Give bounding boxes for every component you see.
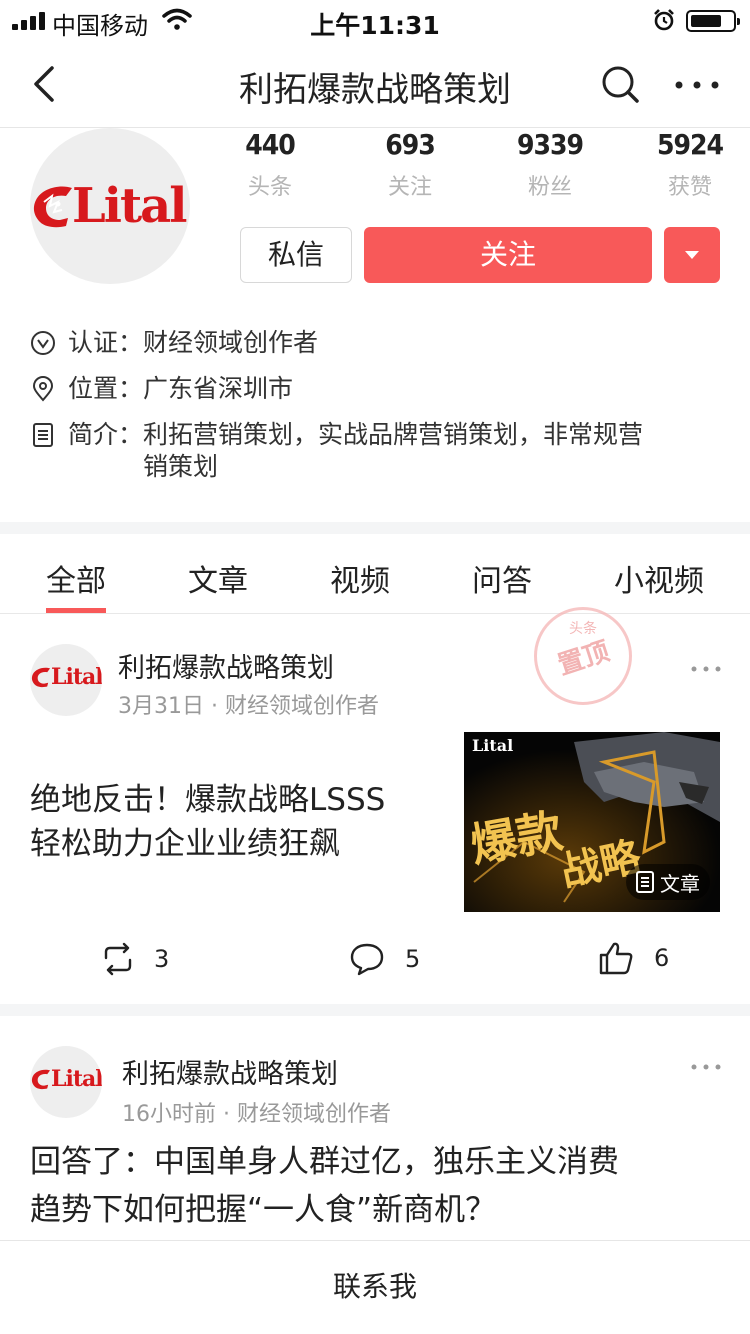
post-author-avatar[interactable]: Lital <box>30 644 102 716</box>
like-button[interactable]: 6 <box>598 940 669 976</box>
post-author-avatar[interactable]: Lital <box>30 1046 102 1118</box>
post-more-icon[interactable] <box>690 665 722 673</box>
caret-down-icon <box>685 251 699 259</box>
pinned-stamp: 头条 置顶 <box>534 607 632 705</box>
follow-button[interactable]: 关注 <box>364 227 652 283</box>
repost-icon <box>104 942 132 976</box>
follow-dropdown-button[interactable] <box>664 227 720 283</box>
thumbs-up-icon <box>599 942 633 975</box>
content-tabs: 全部 文章 视频 问答 小视频 <box>0 534 750 614</box>
battery-icon <box>686 10 740 32</box>
info-intro: 简介： 利拓营销策划，实战品牌营销策划，非常规营销策划 <box>30 419 720 483</box>
verified-icon <box>31 331 55 355</box>
lion-icon <box>31 1069 51 1090</box>
search-icon[interactable] <box>600 64 640 104</box>
tab-qa[interactable]: 问答 <box>472 556 532 600</box>
alarm-icon <box>654 9 674 31</box>
post-headline[interactable]: 回答了：中国单身人群过亿，独乐主义消费 趋势下如何把握“一人食”新商机？ <box>30 1138 720 1234</box>
status-time: 上午11:31 <box>310 11 440 40</box>
tab-short-videos[interactable]: 小视频 <box>614 556 704 600</box>
post-divider <box>0 1004 750 1016</box>
stat-likes[interactable]: 5924 获赞 <box>630 128 750 201</box>
tab-articles[interactable]: 文章 <box>188 556 248 600</box>
stat-following[interactable]: 693 关注 <box>350 128 470 201</box>
post-headline[interactable]: 绝地反击！爆款战略LSSS 轻松助力企业业绩狂飙 <box>30 778 450 866</box>
nav-bar: 利拓爆款战略策划 <box>0 40 750 128</box>
lital-logo: Lital <box>32 178 187 234</box>
lion-icon <box>33 186 72 228</box>
tab-all[interactable]: 全部 <box>46 556 106 613</box>
post-author-name[interactable]: 利拓爆款战略策划 <box>118 646 334 685</box>
post-more-icon[interactable] <box>690 1063 722 1071</box>
more-icon[interactable] <box>674 80 720 90</box>
message-button[interactable]: 私信 <box>240 227 352 283</box>
post-author-name[interactable]: 利拓爆款战略策划 <box>122 1052 338 1091</box>
section-divider <box>0 522 750 534</box>
contact-me-button[interactable]: 联系我 <box>0 1240 750 1334</box>
document-icon <box>636 871 654 893</box>
lion-icon <box>31 667 51 688</box>
location-pin-icon <box>32 376 54 402</box>
status-bar: 中国移动 上午11:31 <box>0 0 750 40</box>
stat-fans[interactable]: 9339 粉丝 <box>490 128 610 201</box>
info-location: 位置： 广东省深圳市 <box>30 373 293 405</box>
info-certification: 认证： 财经领域创作者 <box>30 327 318 359</box>
post-meta: 3月31日 · 财经领域创作者 <box>118 694 380 719</box>
post-thumbnail[interactable]: Lital 爆款 战略 文章 <box>464 732 720 912</box>
stat-headlines[interactable]: 440 头条 <box>210 128 330 201</box>
article-badge: 文章 <box>626 864 710 900</box>
profile-avatar[interactable]: Lital <box>30 128 190 284</box>
post-meta: 16小时前 · 财经领域创作者 <box>122 1102 392 1127</box>
tab-videos[interactable]: 视频 <box>330 556 390 600</box>
profile-stats: 440 头条 693 关注 9339 粉丝 5924 获赞 <box>200 128 750 208</box>
repost-button[interactable]: 3 <box>102 942 169 976</box>
comment-button[interactable]: 5 <box>349 942 420 976</box>
comment-icon <box>350 943 384 976</box>
